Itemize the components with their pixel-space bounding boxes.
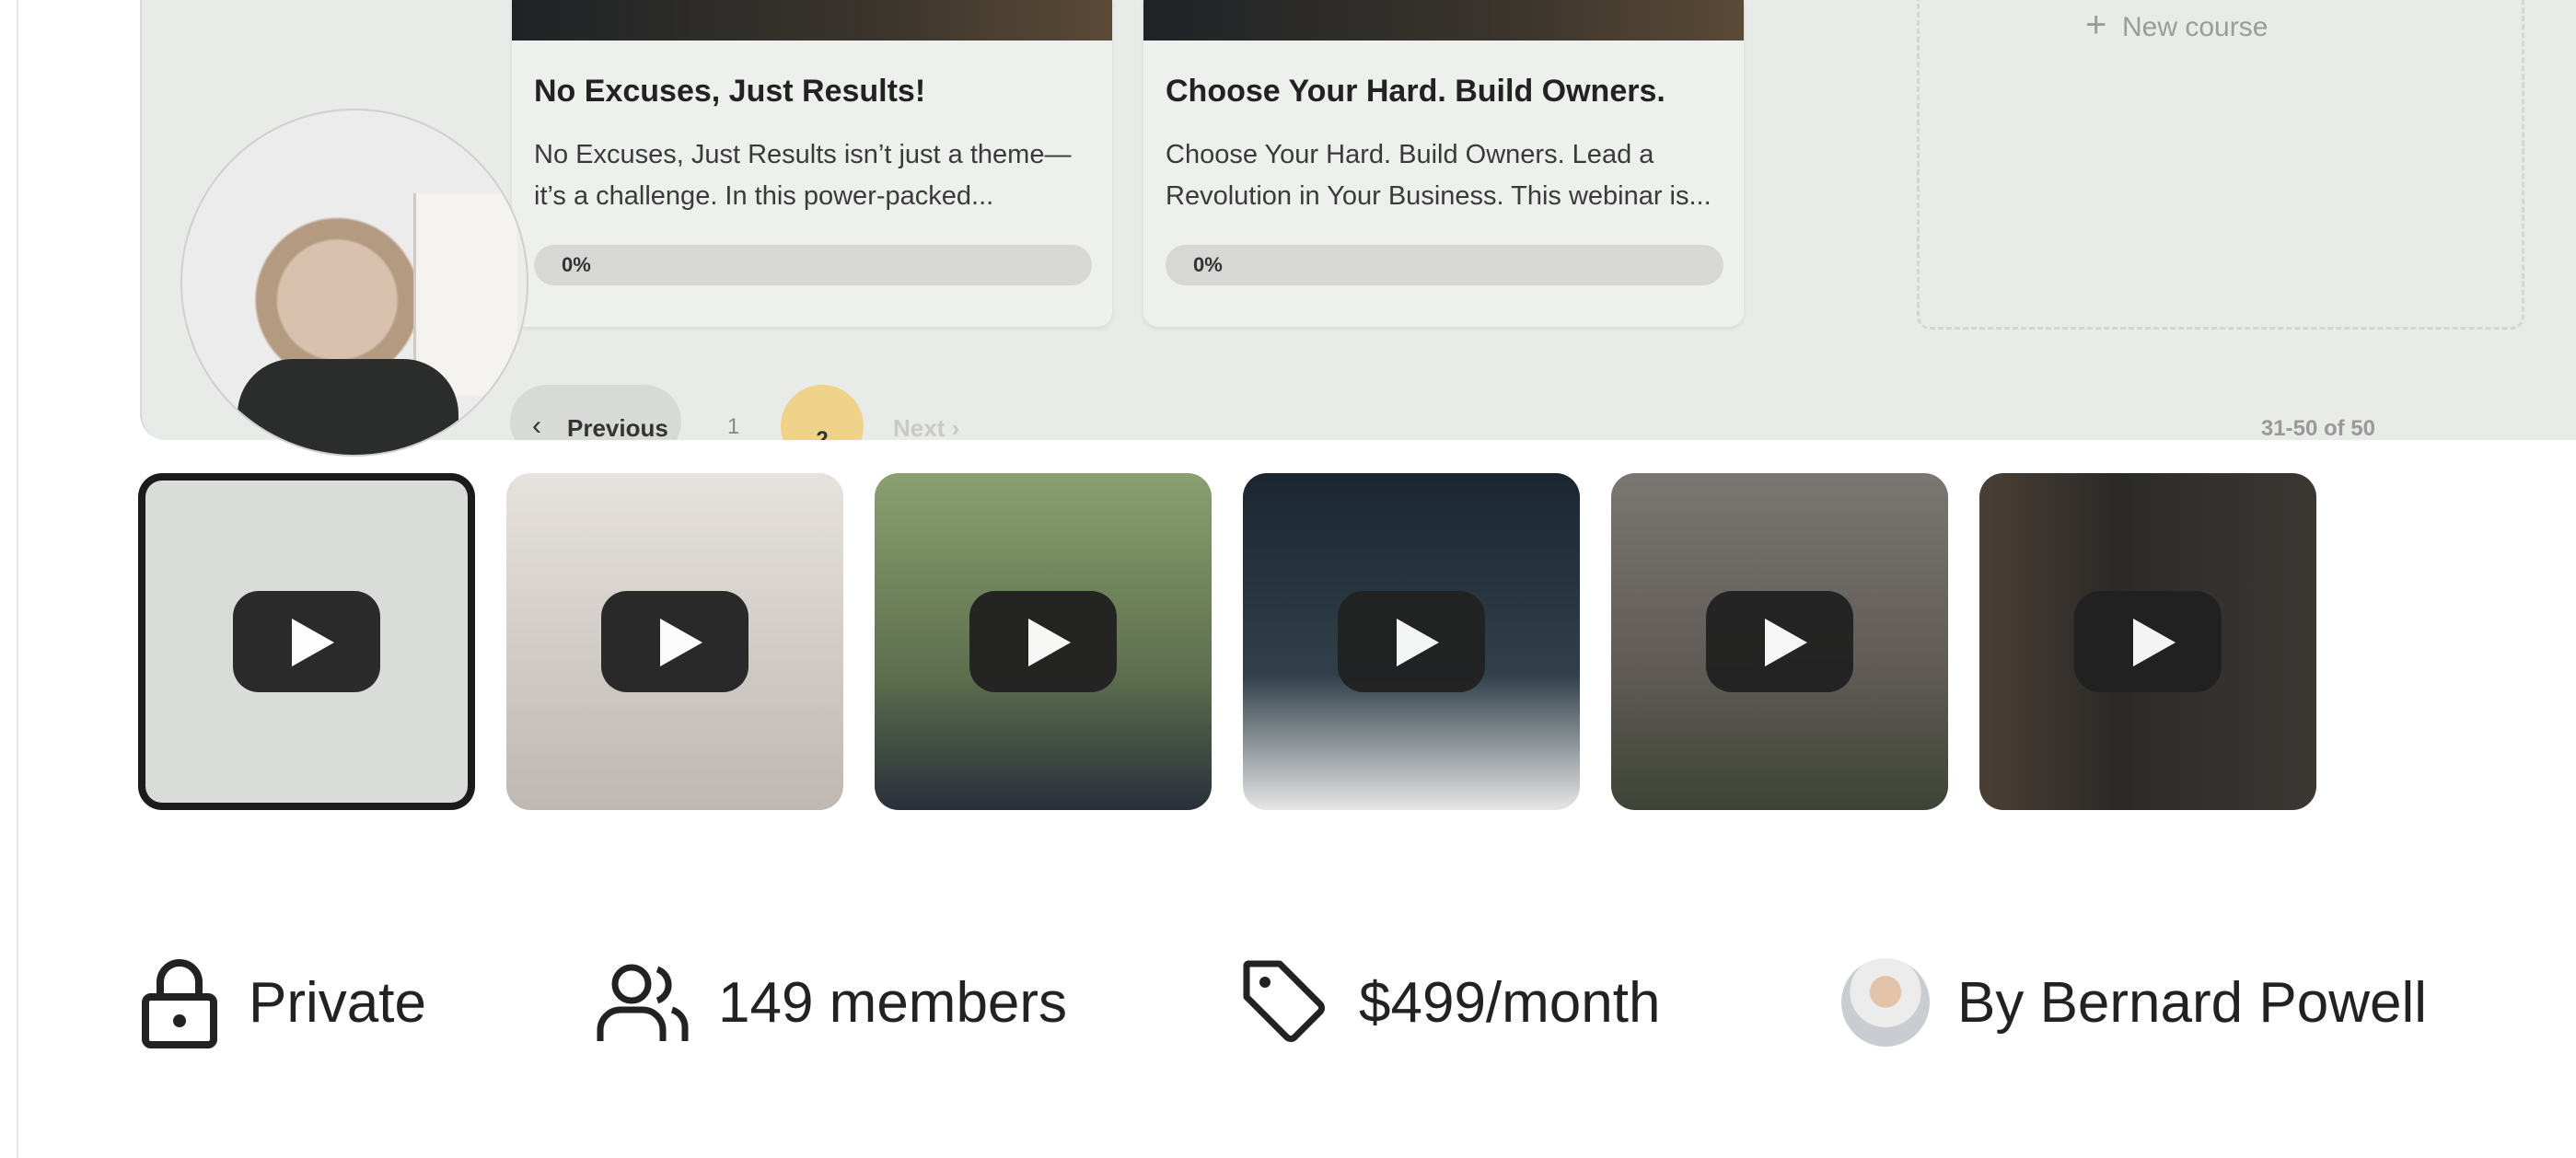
page-1-button[interactable]: 1 <box>727 414 739 440</box>
thumbnail-1[interactable] <box>138 473 475 810</box>
course-description: Choose Your Hard. Build Owners. Lead a R… <box>1166 140 1712 211</box>
presenter-shirt <box>238 359 458 455</box>
chevron-left-icon: ‹ <box>532 411 541 440</box>
price-label: $499/month <box>1359 970 1661 1035</box>
course-card[interactable]: No Excuses, Just Results! No Excuses, Ju… <box>512 0 1112 327</box>
results-range: 31-50 of 50 <box>2260 416 2375 440</box>
new-course-card[interactable]: + New course <box>1917 0 2524 330</box>
course-card[interactable]: Choose Your Hard. Build Owners. Choose Y… <box>1143 0 1744 327</box>
play-icon <box>233 591 380 692</box>
page-2-button[interactable]: 2 <box>781 385 864 440</box>
thumbnail-6[interactable] <box>1979 473 2316 810</box>
plus-icon: + <box>2085 5 2107 45</box>
owner-label: By Bernard Powell <box>1957 970 2428 1035</box>
left-edge <box>0 0 18 1158</box>
group-info-row: Private 149 members $499/month By Bernar… <box>138 952 2532 1053</box>
thumbnail-3[interactable] <box>875 473 1212 810</box>
previous-button[interactable]: ‹ Previous <box>510 385 681 440</box>
users-icon <box>597 964 689 1041</box>
members-count: 149 members <box>718 970 1068 1035</box>
course-thumbnail <box>1143 0 1744 41</box>
course-description: No Excuses, Just Results isn’t just a th… <box>534 140 1072 211</box>
play-icon <box>2074 591 2222 692</box>
progress-label: 0% <box>562 253 591 276</box>
progress-bar: 0% <box>1166 245 1723 285</box>
thumbnail-5[interactable] <box>1611 473 1948 810</box>
progress-bar: 0% <box>534 245 1092 285</box>
chevron-right-icon: › <box>951 414 960 440</box>
play-icon <box>601 591 748 692</box>
thumbnail-4[interactable] <box>1243 473 1580 810</box>
tag-icon <box>1243 960 1325 1042</box>
next-label: Next <box>893 414 946 440</box>
progress-label: 0% <box>1193 253 1223 276</box>
privacy-info: Private <box>138 952 426 1053</box>
course-title: No Excuses, Just Results! <box>534 74 926 109</box>
price-info: $499/month <box>1239 952 1660 1053</box>
privacy-label: Private <box>249 970 426 1035</box>
lock-icon <box>142 959 217 1048</box>
members-info[interactable]: 149 members <box>595 952 1067 1053</box>
play-icon <box>1338 591 1485 692</box>
play-icon <box>969 591 1117 692</box>
previous-label: Previous <box>567 414 668 440</box>
next-button[interactable]: Next › <box>893 414 959 440</box>
thumbnail-2[interactable] <box>506 473 843 810</box>
play-icon <box>1706 591 1853 692</box>
owner-info[interactable]: By Bernard Powell <box>1841 952 2427 1053</box>
new-course-label: New course <box>2122 12 2269 42</box>
avatar[interactable] <box>1841 958 1930 1047</box>
presenter-webcam-bubble <box>180 109 528 457</box>
course-thumbnail <box>512 0 1112 41</box>
course-title: Choose Your Hard. Build Owners. <box>1166 74 1665 109</box>
